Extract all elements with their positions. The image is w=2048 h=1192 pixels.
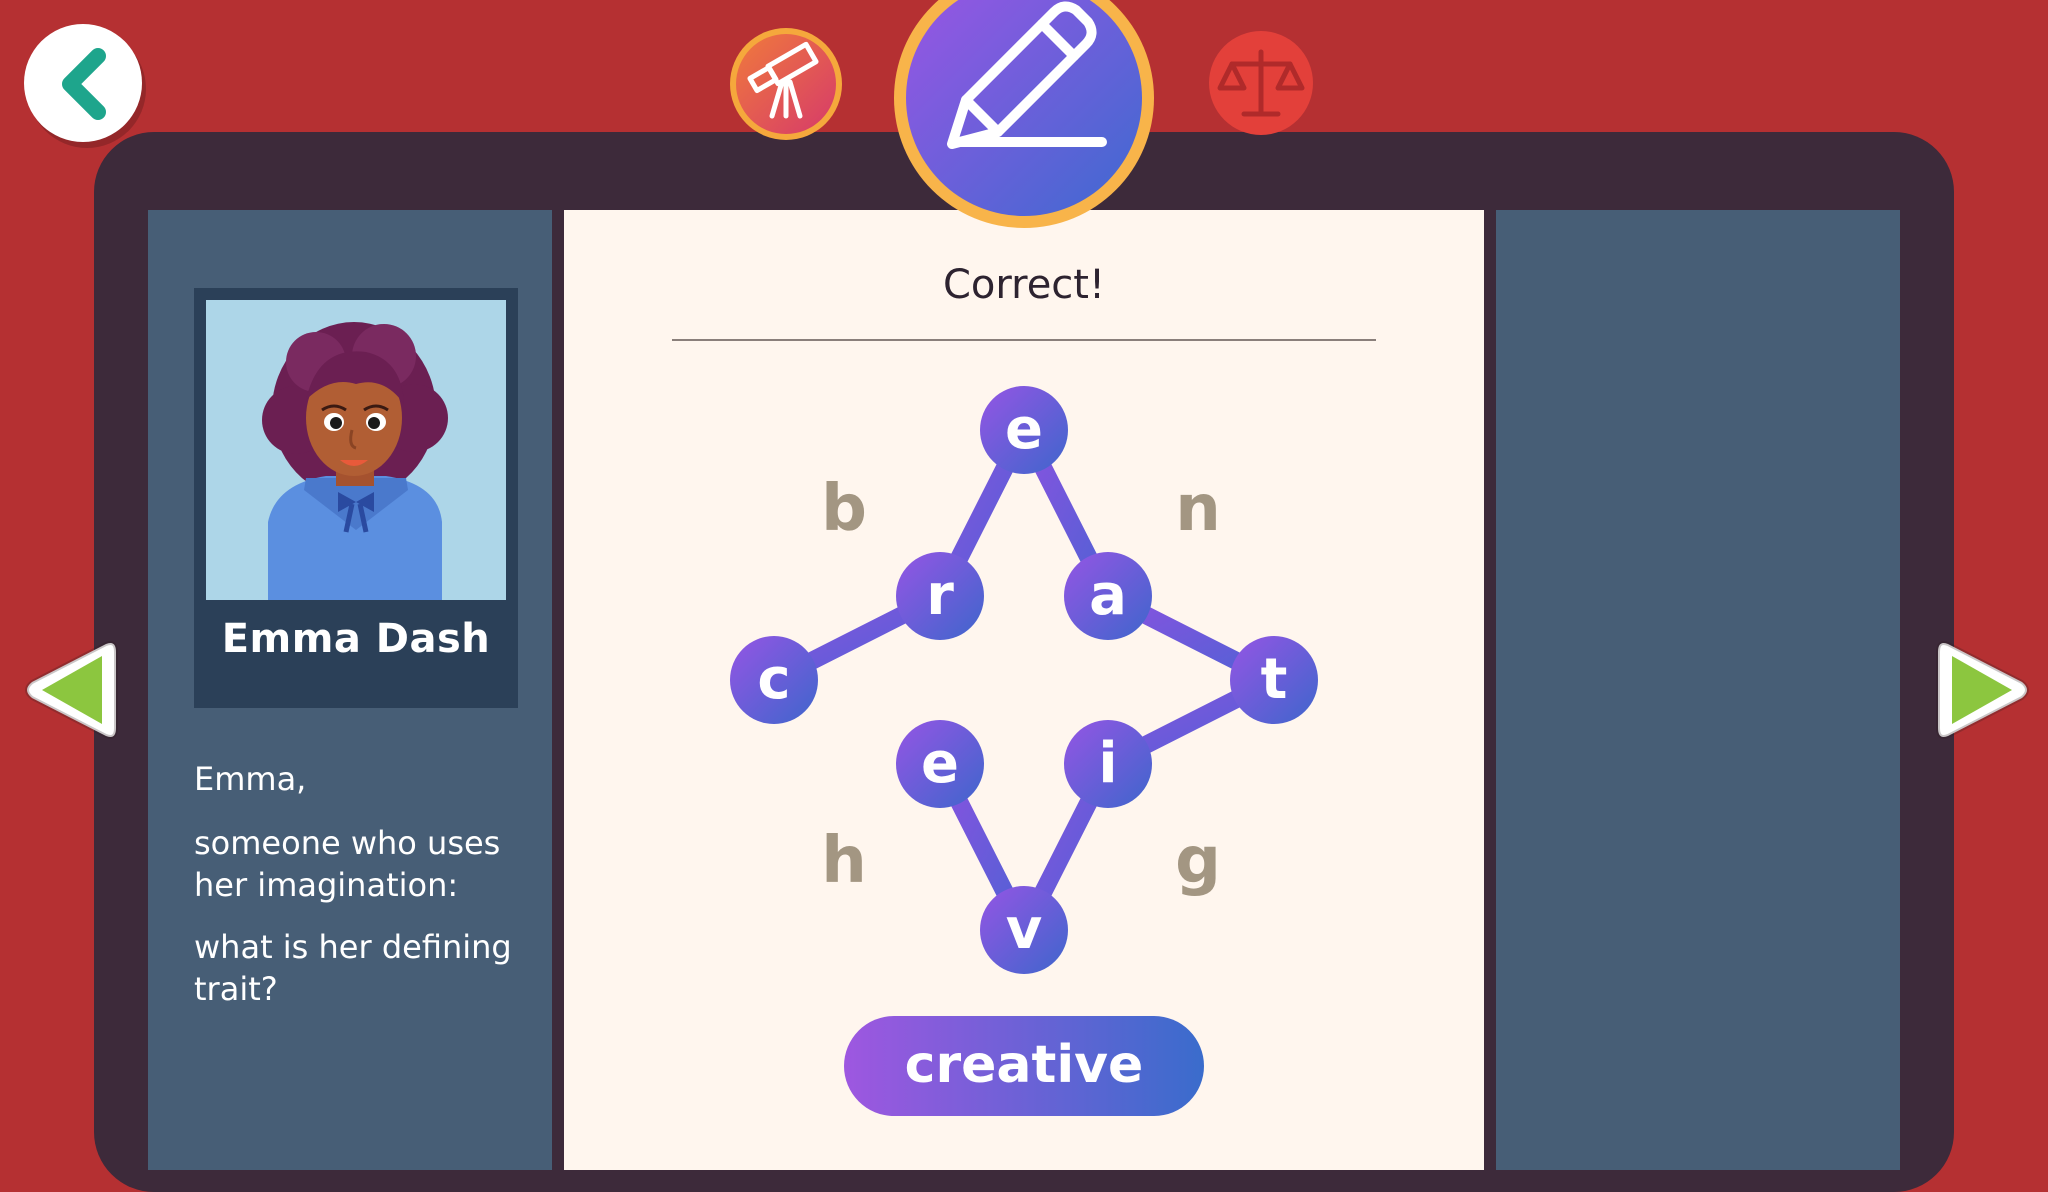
letter-node[interactable]: e — [980, 386, 1068, 474]
unused-letter[interactable]: g — [1175, 824, 1221, 898]
next-button[interactable] — [1936, 630, 2036, 750]
letter-node-label: v — [1006, 897, 1043, 962]
letter-node[interactable]: e — [896, 720, 984, 808]
letter-node[interactable]: v — [980, 886, 1068, 974]
letter-node-label: a — [1089, 563, 1127, 628]
letter-node[interactable]: c — [730, 636, 818, 724]
unused-letter[interactable]: h — [821, 824, 867, 898]
letter-node[interactable]: i — [1064, 720, 1152, 808]
unused-letter[interactable]: n — [1175, 472, 1221, 546]
previous-button[interactable] — [18, 630, 118, 750]
letter-puzzle: c r e a t i v e b n h g — [730, 386, 1318, 974]
letter-node-label: e — [921, 731, 959, 796]
letter-node[interactable]: r — [896, 552, 984, 640]
letter-node-label: c — [757, 647, 790, 712]
answer-word-button[interactable]: creative — [844, 1016, 1204, 1116]
letter-node[interactable]: a — [1064, 552, 1152, 640]
letter-node-label: i — [1098, 731, 1117, 796]
letter-node-label: e — [1005, 397, 1043, 462]
letter-node[interactable]: t — [1230, 636, 1318, 724]
letter-node-label: r — [926, 563, 954, 628]
letter-node-label: t — [1261, 647, 1288, 712]
unused-letter[interactable]: b — [821, 472, 867, 546]
